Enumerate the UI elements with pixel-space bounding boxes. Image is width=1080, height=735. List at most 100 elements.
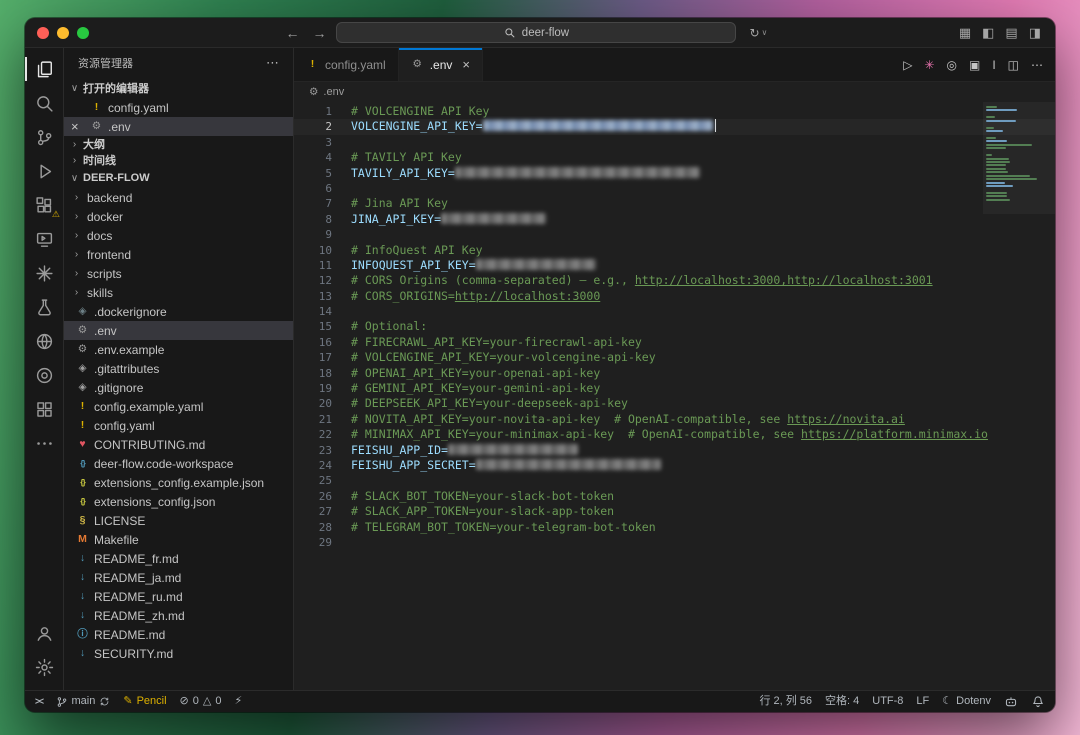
command-center-search[interactable]: deer-flow — [336, 22, 736, 43]
status-eol[interactable]: LF — [916, 696, 929, 707]
tree-file[interactable]: ◈.gitattributes — [64, 359, 293, 378]
breadcrumb[interactable]: ⚙ .env — [294, 82, 1055, 102]
code-line[interactable]: 25 — [294, 473, 1055, 488]
tree-file[interactable]: ◈.dockerignore — [64, 302, 293, 321]
more-icon[interactable]: ⋯ — [1031, 59, 1043, 71]
tree-file[interactable]: ↓README_ru.md — [64, 587, 293, 606]
run-icon[interactable]: ▷ — [903, 59, 912, 71]
tree-file[interactable]: ↓SECURITY.md — [64, 644, 293, 663]
toggle-sidebar-icon[interactable]: ▦ — [957, 26, 973, 39]
split-icon[interactable]: ◫ — [1008, 59, 1019, 71]
code-line[interactable]: 3 — [294, 135, 1055, 150]
more-actions-icon[interactable]: ⋯ — [266, 55, 279, 71]
code-line[interactable]: 2VOLCENGINE_API_KEY= — [294, 119, 1055, 134]
status-indentation[interactable]: 空格: 4 — [825, 696, 859, 707]
code-line[interactable]: 20# DEEPSEEK_API_KEY=your-deepseek-api-k… — [294, 396, 1055, 411]
customize-layout-icon[interactable]: ◨ — [1027, 26, 1043, 39]
code-line[interactable]: 12# CORS Origins (comma-separated) — e.g… — [294, 273, 1055, 288]
code-line[interactable]: 24FEISHU_APP_SECRET= — [294, 458, 1055, 473]
code-line[interactable]: 13# CORS_ORIGINS=http://localhost:3000 — [294, 289, 1055, 304]
tree-file[interactable]: §LICENSE — [64, 511, 293, 530]
code-line[interactable]: 4# TAVILY API Key — [294, 150, 1055, 165]
tree-folder[interactable]: ›docs — [64, 226, 293, 245]
tree-file[interactable]: ⚙.env.example — [64, 340, 293, 359]
code-line[interactable]: 8JINA_API_KEY= — [294, 212, 1055, 227]
minimize-window-button[interactable] — [57, 27, 69, 39]
explorer-icon[interactable] — [25, 52, 63, 86]
project-header[interactable]: ∨ DEER-FLOW — [64, 168, 293, 188]
close-icon[interactable]: × — [462, 58, 470, 71]
tree-file[interactable]: {}deer-flow.code-workspace — [64, 454, 293, 473]
status-copilot[interactable] — [1004, 695, 1018, 709]
code-line[interactable]: 21# NOVITA_API_KEY=your-novita-api-key #… — [294, 412, 1055, 427]
code-line[interactable]: 14 — [294, 304, 1055, 319]
asterisk-icon[interactable]: ✳ — [924, 59, 934, 71]
code-line[interactable]: 23FEISHU_APP_ID= — [294, 443, 1055, 458]
status-dotenv[interactable]: ☾Dotenv — [942, 696, 991, 707]
code-line[interactable]: 29 — [294, 535, 1055, 550]
sync-dropdown[interactable]: ↻∨ — [749, 26, 767, 40]
tree-file[interactable]: {}extensions_config.example.json — [64, 473, 293, 492]
status-encoding[interactable]: UTF-8 — [872, 696, 903, 707]
tree-file[interactable]: MMakefile — [64, 530, 293, 549]
status-zap[interactable]: ⚡ — [234, 696, 242, 707]
open-editors-header[interactable]: ∨ 打开的编辑器 — [64, 78, 293, 98]
code-line[interactable]: 11INFOQUEST_API_KEY= — [294, 258, 1055, 273]
code-line[interactable]: 22# MINIMAX_API_KEY=your-minimax-api-key… — [294, 427, 1055, 442]
grid-icon[interactable] — [25, 392, 63, 426]
tree-file[interactable]: ⚙.env — [64, 321, 293, 340]
tree-file[interactable]: !config.yaml — [64, 416, 293, 435]
tree-folder[interactable]: ›frontend — [64, 245, 293, 264]
close-icon[interactable]: × — [71, 120, 79, 133]
run-debug-icon[interactable] — [25, 154, 63, 188]
code-line[interactable]: 7# Jina API Key — [294, 196, 1055, 211]
square-icon[interactable]: ▣ — [969, 59, 980, 71]
code-line[interactable]: 26# SLACK_BOT_TOKEN=your-slack-bot-token — [294, 489, 1055, 504]
status-cursor-position[interactable]: 行 2, 列 56 — [759, 696, 812, 707]
open-editor-item[interactable]: !config.yaml — [64, 98, 293, 117]
more-icon[interactable] — [25, 426, 63, 460]
navigate-back-icon[interactable]: ← — [282, 26, 302, 40]
target-icon[interactable] — [25, 358, 63, 392]
sidebar-section-header[interactable]: ›大纲 — [64, 136, 293, 152]
account-icon[interactable] — [25, 616, 63, 650]
tree-folder[interactable]: ›docker — [64, 207, 293, 226]
flower-icon[interactable] — [25, 256, 63, 290]
remote-explorer-icon[interactable] — [25, 222, 63, 256]
tree-file[interactable]: ↓README_zh.md — [64, 606, 293, 625]
tree-folder[interactable]: ›skills — [64, 283, 293, 302]
code-editor[interactable]: 1# VOLCENGINE API Key2VOLCENGINE_API_KEY… — [294, 102, 1055, 690]
tree-file[interactable]: ↓README_ja.md — [64, 568, 293, 587]
toggle-secondary-sidebar-icon[interactable]: ▤ — [1003, 26, 1019, 39]
code-line[interactable]: 9 — [294, 227, 1055, 242]
code-line[interactable]: 16# FIRECRAWL_API_KEY=your-firecrawl-api… — [294, 335, 1055, 350]
code-line[interactable]: 18# OPENAI_API_KEY=your-openai-api-key — [294, 366, 1055, 381]
toggle-panel-icon[interactable]: ◧ — [980, 26, 996, 39]
code-line[interactable]: 17# VOLCENGINE_API_KEY=your-volcengine-a… — [294, 350, 1055, 365]
tree-file[interactable]: ◈.gitignore — [64, 378, 293, 397]
code-line[interactable]: 1# VOLCENGINE API Key — [294, 104, 1055, 119]
tree-folder[interactable]: ›backend — [64, 188, 293, 207]
status-remote[interactable]: >< — [35, 697, 43, 706]
settings-icon[interactable] — [25, 650, 63, 684]
globe-icon[interactable] — [25, 324, 63, 358]
tree-file[interactable]: ⓘREADME.md — [64, 625, 293, 644]
code-line[interactable]: 5TAVILY_API_KEY= — [294, 166, 1055, 181]
navigate-forward-icon[interactable]: → — [309, 26, 329, 40]
sidebar-section-header[interactable]: ›时间线 — [64, 152, 293, 168]
tree-folder[interactable]: ›scripts — [64, 264, 293, 283]
source-control-icon[interactable] — [25, 120, 63, 154]
code-line[interactable]: 6 — [294, 181, 1055, 196]
status-branch[interactable]: main — [56, 696, 111, 708]
tree-file[interactable]: ↓README_fr.md — [64, 549, 293, 568]
code-line[interactable]: 27# SLACK_APP_TOKEN=your-slack-app-token — [294, 504, 1055, 519]
tree-file[interactable]: ♥CONTRIBUTING.md — [64, 435, 293, 454]
code-line[interactable]: 19# GEMINI_API_KEY=your-gemini-api-key — [294, 381, 1055, 396]
zoom-window-button[interactable] — [77, 27, 89, 39]
status-pencil[interactable]: ✎Pencil — [123, 696, 166, 707]
search-icon[interactable] — [25, 86, 63, 120]
status-problems[interactable]: ⊘0△0 — [180, 696, 222, 707]
tab-config-yaml[interactable]: !config.yaml — [294, 48, 399, 81]
status-notifications[interactable] — [1031, 695, 1045, 709]
extensions-icon[interactable]: ⚠ — [25, 188, 63, 222]
